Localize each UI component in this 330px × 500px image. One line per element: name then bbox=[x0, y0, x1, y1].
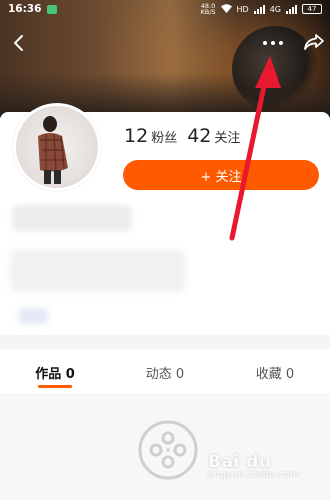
blurred-bio bbox=[10, 250, 185, 292]
signal-icon-2 bbox=[286, 4, 297, 14]
network-label: 4G bbox=[269, 4, 281, 14]
more-button[interactable] bbox=[258, 30, 288, 56]
chevron-left-icon bbox=[14, 35, 23, 51]
tab-favorites[interactable]: 收藏 0 bbox=[220, 350, 330, 394]
section-divider bbox=[0, 335, 330, 349]
profile-stats: 12 粉丝 42 关注 bbox=[124, 125, 240, 147]
followers-count: 12 bbox=[124, 125, 149, 147]
avatar-image bbox=[16, 106, 98, 188]
follow-button[interactable]: + 关注 bbox=[123, 160, 319, 190]
avatar[interactable] bbox=[13, 103, 101, 191]
stat-followers[interactable]: 12 粉丝 bbox=[124, 125, 177, 147]
stat-following[interactable]: 42 关注 bbox=[187, 125, 240, 147]
net-speed-unit: KB/S bbox=[200, 8, 216, 16]
more-dots-icon bbox=[263, 41, 283, 45]
followers-label: 粉丝 bbox=[151, 131, 178, 146]
blurred-gender-tag bbox=[18, 308, 48, 324]
film-reel-icon bbox=[138, 420, 198, 480]
watermark-brand: Bai du bbox=[208, 452, 272, 472]
back-button[interactable] bbox=[6, 30, 32, 56]
tab-moments-label: 动态 0 bbox=[145, 366, 185, 382]
hd-label: HD bbox=[236, 4, 249, 14]
status-bar: 16:36 48.0 KB/S HD 4G 47 bbox=[0, 0, 330, 18]
profile-tabs: 作品 0 动态 0 收藏 0 bbox=[0, 350, 330, 394]
following-label: 关注 bbox=[214, 131, 241, 146]
share-button[interactable] bbox=[300, 28, 328, 56]
share-arrow-icon bbox=[304, 34, 324, 50]
tab-moments[interactable]: 动态 0 bbox=[110, 350, 220, 394]
blurred-username bbox=[12, 205, 132, 231]
status-right: 48.0 KB/S HD 4G 47 bbox=[200, 3, 322, 15]
battery-level: 47 bbox=[307, 5, 317, 13]
notification-app-icon bbox=[47, 4, 58, 14]
signal-icon bbox=[253, 4, 265, 14]
following-count: 42 bbox=[187, 125, 212, 147]
tab-works[interactable]: 作品 0 bbox=[0, 350, 110, 394]
wifi-icon bbox=[220, 3, 232, 15]
status-time: 16:36 bbox=[8, 3, 42, 15]
battery-icon: 47 bbox=[302, 4, 322, 14]
net-speed: 48.0 KB/S bbox=[200, 3, 216, 16]
baidu-watermark: Bai du jingyan.baidu.com bbox=[208, 452, 300, 480]
tab-active-indicator bbox=[38, 385, 72, 388]
follow-button-label: + 关注 bbox=[200, 169, 242, 185]
tab-works-label: 作品 0 bbox=[35, 366, 75, 382]
watermark-sub: jingyan.baidu.com bbox=[208, 470, 300, 480]
tab-favorites-label: 收藏 0 bbox=[255, 366, 295, 382]
